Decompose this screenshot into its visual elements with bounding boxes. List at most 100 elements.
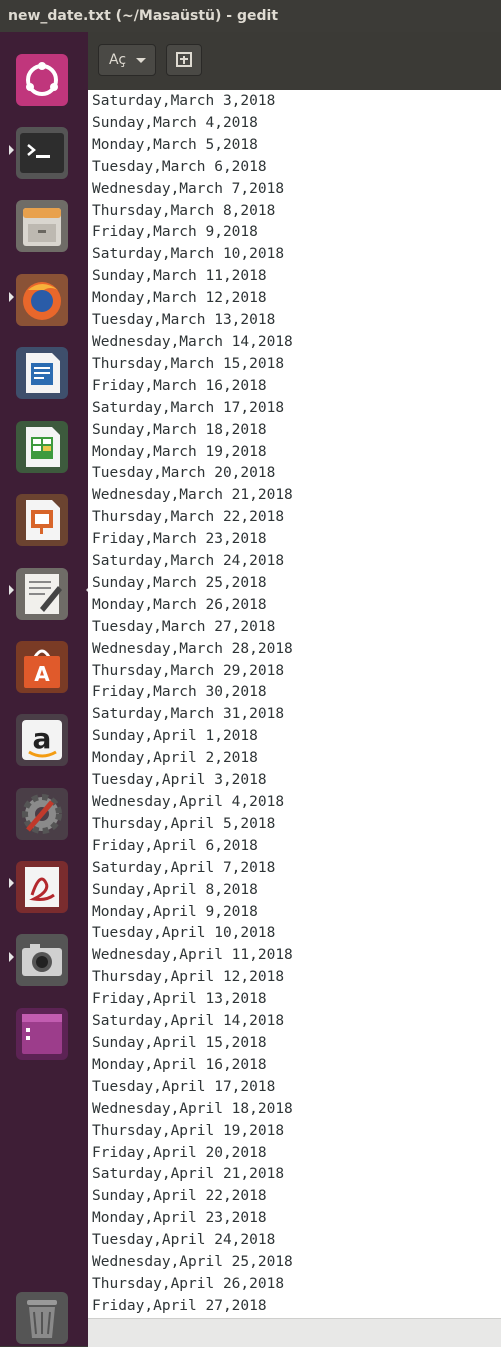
text-line: Sunday,April 1,2018 xyxy=(88,726,501,747)
ubuntu-logo-icon xyxy=(16,54,68,106)
file-cabinet-icon xyxy=(16,200,68,252)
text-line: Friday,April 13,2018 xyxy=(88,989,501,1010)
text-line: Thursday,March 8,2018 xyxy=(88,201,501,222)
text-editor-area[interactable]: Saturday,March 3,2018Sunday,March 4,2018… xyxy=(88,90,501,1318)
terminal-icon xyxy=(16,127,68,179)
text-line: Friday,March 30,2018 xyxy=(88,682,501,703)
text-line: Thursday,March 15,2018 xyxy=(88,354,501,375)
text-line: Sunday,March 25,2018 xyxy=(88,573,501,594)
launcher-text-editor[interactable] xyxy=(16,568,68,620)
text-line: Thursday,April 26,2018 xyxy=(88,1274,501,1295)
text-line: Thursday,March 29,2018 xyxy=(88,661,501,682)
launcher-document-viewer[interactable] xyxy=(16,861,68,913)
launcher-software-center[interactable]: A xyxy=(16,641,68,693)
launcher-libreoffice-impress[interactable] xyxy=(16,494,68,546)
window-title: new_date.txt (~/Masaüstü) - gedit xyxy=(8,8,278,24)
text-line: Monday,April 9,2018 xyxy=(88,902,501,923)
launcher-firefox[interactable] xyxy=(16,274,68,326)
text-line: Thursday,April 5,2018 xyxy=(88,814,501,835)
text-line: Sunday,March 11,2018 xyxy=(88,266,501,287)
screenshot-running-indicator xyxy=(9,952,14,962)
workspaces-icon xyxy=(16,1008,68,1060)
text-line: Tuesday,April 3,2018 xyxy=(88,770,501,791)
unity-launcher: A a xyxy=(0,32,88,1346)
text-line: Friday,April 20,2018 xyxy=(88,1143,501,1164)
trash-icon xyxy=(16,1292,68,1344)
calc-icon xyxy=(16,421,68,473)
text-line: Saturday,April 7,2018 xyxy=(88,858,501,879)
text-line: Tuesday,March 6,2018 xyxy=(88,157,501,178)
window-title-bar: new_date.txt (~/Masaüstü) - gedit xyxy=(0,0,501,32)
text-line: Thursday,April 19,2018 xyxy=(88,1121,501,1142)
text-line: Monday,April 23,2018 xyxy=(88,1208,501,1229)
text-line: Wednesday,April 11,2018 xyxy=(88,945,501,966)
text-line: Monday,March 26,2018 xyxy=(88,595,501,616)
text-line: Wednesday,March 14,2018 xyxy=(88,332,501,353)
text-line: Tuesday,April 10,2018 xyxy=(88,923,501,944)
launcher-terminal[interactable] xyxy=(16,127,68,179)
svg-text:A: A xyxy=(34,662,50,686)
firefox-icon xyxy=(16,274,68,326)
text-line: Wednesday,April 4,2018 xyxy=(88,792,501,813)
launcher-amazon[interactable]: a xyxy=(16,714,68,766)
text-line: Tuesday,March 13,2018 xyxy=(88,310,501,331)
text-line: Saturday,April 21,2018 xyxy=(88,1164,501,1185)
text-editor-running-indicator xyxy=(9,585,14,595)
launcher-screenshot[interactable] xyxy=(16,934,68,986)
text-line: Tuesday,March 20,2018 xyxy=(88,463,501,484)
text-line: Wednesday,March 28,2018 xyxy=(88,639,501,660)
document-viewer-running-indicator xyxy=(9,878,14,888)
text-line: Thursday,March 22,2018 xyxy=(88,507,501,528)
text-line: Saturday,March 3,2018 xyxy=(88,91,501,112)
chevron-down-icon xyxy=(136,58,146,63)
pdf-viewer-icon xyxy=(16,861,68,913)
launcher-system-settings[interactable] xyxy=(16,788,68,840)
text-line: Sunday,April 15,2018 xyxy=(88,1033,501,1054)
text-line: Saturday,March 10,2018 xyxy=(88,244,501,265)
text-editor-icon xyxy=(16,568,68,620)
amazon-icon: a xyxy=(16,714,68,766)
text-line: Tuesday,March 27,2018 xyxy=(88,617,501,638)
text-line: Saturday,March 17,2018 xyxy=(88,398,501,419)
text-line: Wednesday,April 18,2018 xyxy=(88,1099,501,1120)
text-line: Friday,March 16,2018 xyxy=(88,376,501,397)
camera-icon xyxy=(16,934,68,986)
text-line: Friday,March 23,2018 xyxy=(88,529,501,550)
text-line: Wednesday,April 25,2018 xyxy=(88,1252,501,1273)
text-line: Sunday,April 8,2018 xyxy=(88,880,501,901)
text-line: Friday,April 6,2018 xyxy=(88,836,501,857)
new-tab-button[interactable] xyxy=(166,44,202,76)
impress-icon xyxy=(16,494,68,546)
new-tab-icon xyxy=(167,45,201,75)
text-line: Friday,April 27,2018 xyxy=(88,1296,501,1317)
text-line: Monday,March 12,2018 xyxy=(88,288,501,309)
launcher-trash[interactable] xyxy=(16,1292,68,1344)
text-line: Monday,March 5,2018 xyxy=(88,135,501,156)
open-button[interactable]: Aç xyxy=(98,44,156,76)
text-line: Saturday,April 14,2018 xyxy=(88,1011,501,1032)
launcher-libreoffice-writer[interactable] xyxy=(16,347,68,399)
text-line: Sunday,March 18,2018 xyxy=(88,420,501,441)
launcher-libreoffice-calc[interactable] xyxy=(16,421,68,473)
text-line: Tuesday,April 24,2018 xyxy=(88,1230,501,1251)
launcher-workspace-switcher[interactable] xyxy=(16,1008,68,1060)
text-line: Sunday,April 22,2018 xyxy=(88,1186,501,1207)
gedit-header-bar: Aç xyxy=(88,32,501,90)
settings-icon xyxy=(16,788,68,840)
text-line: Friday,March 9,2018 xyxy=(88,222,501,243)
text-line: Thursday,April 12,2018 xyxy=(88,967,501,988)
text-line: Monday,March 19,2018 xyxy=(88,442,501,463)
launcher-dash-home[interactable] xyxy=(16,54,68,106)
text-line: Saturday,March 31,2018 xyxy=(88,704,501,725)
status-bar xyxy=(88,1318,501,1347)
text-line: Monday,April 16,2018 xyxy=(88,1055,501,1076)
firefox-running-indicator xyxy=(9,292,14,302)
shopping-bag-icon: A xyxy=(16,641,68,693)
text-line: Saturday,March 24,2018 xyxy=(88,551,501,572)
launcher-files[interactable] xyxy=(16,200,68,252)
writer-icon xyxy=(16,347,68,399)
text-line: Wednesday,March 21,2018 xyxy=(88,485,501,506)
svg-text:a: a xyxy=(33,722,52,755)
text-line: Monday,April 2,2018 xyxy=(88,748,501,769)
text-line: Sunday,March 4,2018 xyxy=(88,113,501,134)
